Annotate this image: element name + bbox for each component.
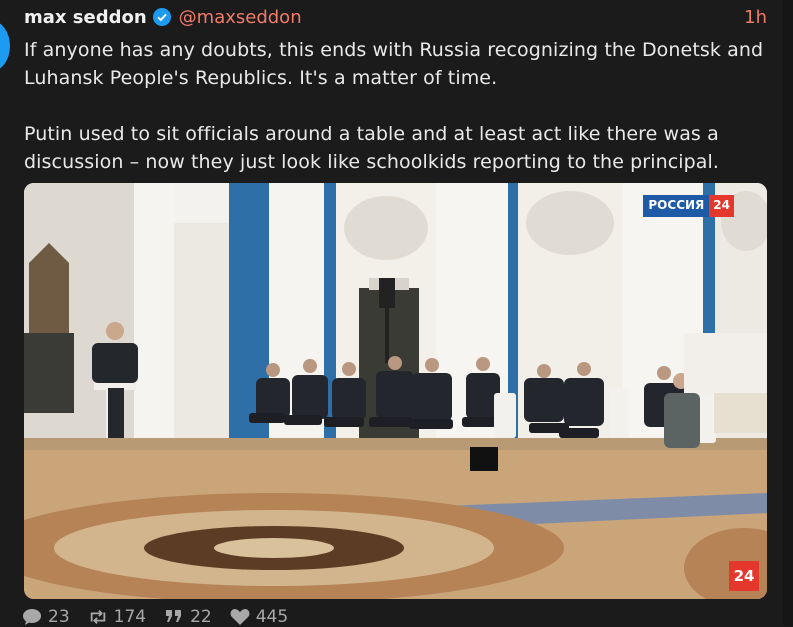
author-handle[interactable]: @maxseddon	[179, 7, 302, 28]
quote-icon	[164, 607, 184, 627]
verified-badge-icon	[152, 8, 171, 26]
tweet-media-image[interactable]: РОССИЯ 24 24	[24, 183, 767, 599]
author-name[interactable]: max seddon	[24, 7, 147, 28]
reply-button[interactable]: 23	[22, 607, 70, 627]
tweet-timestamp[interactable]: 1h	[744, 7, 767, 28]
tweet-header: max seddon @maxseddon 1h	[24, 4, 767, 30]
tweet-actions: 23 174 22 445	[22, 607, 288, 627]
tweet-paragraph-2: Putin used to sit officials around a tab…	[24, 123, 720, 173]
like-button[interactable]: 445	[230, 607, 288, 627]
channel-logo-text: РОССИЯ	[643, 195, 710, 217]
reply-icon	[22, 607, 42, 627]
retweet-count: 174	[113, 607, 147, 627]
avatar[interactable]	[0, 20, 10, 72]
channel-logo-number: 24	[709, 195, 734, 217]
channel-logo: РОССИЯ 24	[643, 195, 734, 217]
retweet-button[interactable]: 174	[88, 607, 146, 627]
like-count: 445	[255, 607, 289, 627]
quote-count: 22	[190, 607, 212, 627]
kremlin-hall-photo	[24, 183, 767, 599]
tweet-text: If anyone has any doubts, this ends with…	[24, 36, 764, 176]
quote-button[interactable]: 22	[164, 607, 212, 627]
reply-count: 23	[48, 607, 70, 627]
scrollbar[interactable]	[783, 0, 793, 626]
tweet-paragraph-1: If anyone has any doubts, this ends with…	[24, 39, 764, 89]
heart-icon	[230, 607, 250, 627]
retweet-icon	[88, 607, 108, 627]
corner-badge: 24	[729, 561, 759, 591]
